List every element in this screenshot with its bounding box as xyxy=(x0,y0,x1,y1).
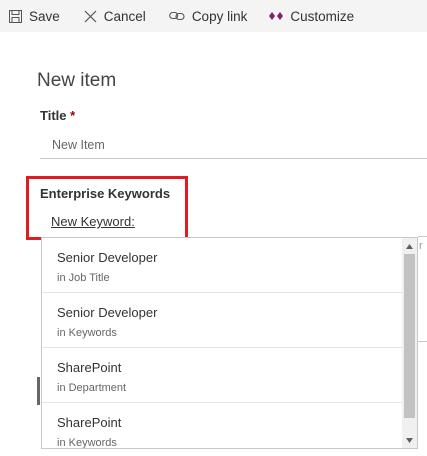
copy-link-button[interactable]: Copy link xyxy=(168,0,248,32)
suggestion-item[interactable]: Senior Developer in Keywords xyxy=(42,293,404,348)
background-partial-text: r xyxy=(419,240,423,252)
cancel-label: Cancel xyxy=(103,8,146,24)
suggestion-name: SharePoint xyxy=(57,360,122,375)
save-button[interactable]: Save xyxy=(9,0,60,32)
scroll-down-button[interactable] xyxy=(402,433,417,447)
title-field-label: Title * xyxy=(40,108,75,123)
arrow-up-icon xyxy=(406,243,413,249)
scrollbar-thumb[interactable] xyxy=(404,254,415,418)
link-icon xyxy=(168,11,185,21)
highlight-box xyxy=(26,176,188,240)
panel-title: New item xyxy=(37,70,117,91)
suggestion-name: SharePoint xyxy=(57,415,122,430)
customize-label: Customize xyxy=(290,8,355,24)
customize-button[interactable]: Customize xyxy=(269,0,354,32)
copy-link-label: Copy link xyxy=(191,8,248,24)
suggestion-item[interactable]: SharePoint in Department xyxy=(42,348,404,403)
close-icon xyxy=(84,10,97,22)
command-bar: Save Cancel Copy link Customize xyxy=(0,0,427,32)
background-divider xyxy=(418,341,427,342)
save-label: Save xyxy=(29,8,60,24)
suggestion-item[interactable]: Senior Developer in Job Title xyxy=(42,238,404,293)
suggestion-source: in Keywords xyxy=(57,437,117,449)
suggestion-item[interactable]: SharePoint in Keywords xyxy=(42,403,404,449)
customize-icon xyxy=(269,12,284,20)
title-label-text: Title xyxy=(40,108,67,123)
keyword-suggestions-dropdown: Senior Developer in Job Title Senior Dev… xyxy=(41,237,418,449)
title-input[interactable] xyxy=(40,131,427,159)
suggestion-source: in Keywords xyxy=(57,327,117,339)
background-divider xyxy=(418,236,427,237)
cancel-button[interactable]: Cancel xyxy=(84,0,146,32)
required-marker: * xyxy=(70,108,76,123)
suggestion-name: Senior Developer xyxy=(57,305,158,320)
arrow-down-icon xyxy=(406,437,413,443)
save-icon xyxy=(9,9,22,23)
field-focus-bar xyxy=(37,377,40,405)
dropdown-scrollbar[interactable] xyxy=(402,238,417,448)
scroll-up-button[interactable] xyxy=(402,239,417,253)
suggestion-source: in Department xyxy=(57,382,127,394)
suggestion-name: Senior Developer xyxy=(57,250,158,265)
suggestion-source: in Job Title xyxy=(57,272,110,284)
